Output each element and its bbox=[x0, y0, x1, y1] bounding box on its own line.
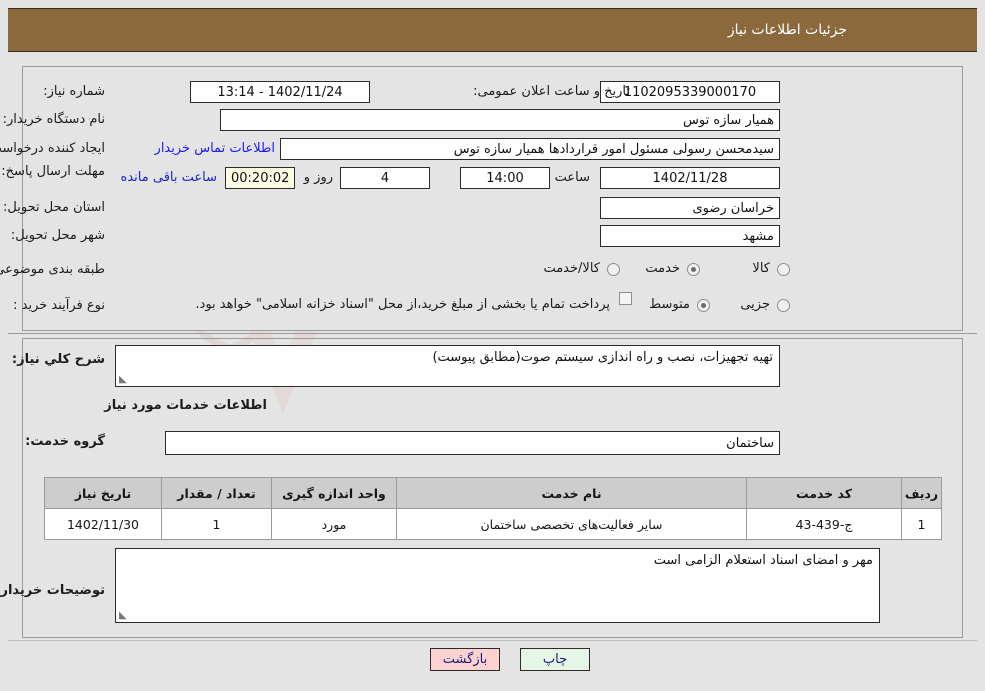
province-value: خراسان رضوی bbox=[600, 197, 780, 219]
col-header-row: ردیف bbox=[901, 477, 942, 509]
purchase-type-label: نوع فرآیند خرید : bbox=[13, 298, 105, 313]
classification-radio-kala-khedmat[interactable] bbox=[607, 263, 620, 276]
deadline-remaining-label: ساعت باقی مانده bbox=[120, 170, 217, 185]
service-group-label: گروه خدمت: bbox=[25, 434, 105, 449]
tender-details-page: ArtaTender.net جزئیات اطلاعات نیاز شماره… bbox=[0, 0, 985, 691]
deadline-label-text: مهلت ارسال پاسخ: تا تاریخ: bbox=[0, 164, 105, 179]
purchase-type-option-jozei-label: جزیی bbox=[740, 297, 770, 312]
cell-need-date: 1402/11/30 bbox=[44, 508, 162, 540]
purchase-type-radio-jozei[interactable] bbox=[777, 299, 790, 312]
province-label: استان محل تحویل: bbox=[3, 200, 105, 215]
page-title: جزئیات اطلاعات نیاز bbox=[727, 22, 847, 38]
deadline-hour-label: ساعت bbox=[554, 170, 590, 185]
treasury-bonds-text: پرداخت تمام یا بخشی از مبلغ خرید،از محل … bbox=[195, 297, 610, 312]
cell-unit: مورد bbox=[271, 508, 397, 540]
city-value: مشهد bbox=[600, 225, 780, 247]
buyer-contact-link[interactable]: اطلاعات تماس خریدار bbox=[155, 141, 275, 156]
col-header-service-name: نام خدمت bbox=[396, 477, 747, 509]
buyer-notes-text: مهر و امضای اسناد استعلام الزامی است bbox=[653, 553, 873, 568]
buyer-org-label: نام دستگاه خریدار: bbox=[2, 112, 105, 127]
deadline-remaining-value: 00:20:02 bbox=[225, 167, 295, 189]
back-button[interactable]: بازگشت bbox=[430, 648, 500, 671]
deadline-days-value: 4 bbox=[340, 167, 430, 189]
classification-radio-khedmat[interactable] bbox=[687, 263, 700, 276]
col-header-unit: واحد اندازه گیری bbox=[271, 477, 397, 509]
service-group-value: ساختمان bbox=[165, 431, 780, 455]
print-button[interactable]: چاپ bbox=[520, 648, 590, 671]
buyer-notes-value[interactable]: مهر و امضای اسناد استعلام الزامی است ◢ bbox=[115, 548, 880, 623]
classification-radio-kala[interactable] bbox=[777, 263, 790, 276]
purchase-type-radio-motevaset[interactable] bbox=[697, 299, 710, 312]
cell-row-number: 1 bbox=[901, 508, 942, 540]
classification-option-kala-khedmat-label: کالا/خدمت bbox=[543, 261, 600, 276]
general-desc-text: تهیه تجهیزات، نصب و راه اندازی سیستم صوت… bbox=[432, 350, 773, 365]
buyer-notes-label: توضیحات خریدار: bbox=[0, 583, 105, 598]
classification-option-kala-label: کالا bbox=[752, 261, 770, 276]
city-label: شهر محل تحویل: bbox=[10, 228, 105, 243]
need-info-panel bbox=[22, 66, 963, 331]
page-title-bar: جزئیات اطلاعات نیاز bbox=[8, 8, 977, 52]
requester-label: ایجاد کننده درخواست: bbox=[0, 141, 105, 156]
footer-divider bbox=[8, 640, 977, 641]
deadline-label: مهلت ارسال پاسخ: تا تاریخ: bbox=[0, 163, 105, 180]
services-table: ردیف کد خدمت نام خدمت واحد اندازه گیری ت… bbox=[44, 477, 942, 540]
col-header-need-date: تاریخ نیاز bbox=[44, 477, 162, 509]
buyer-org-value: همیار سازه توس bbox=[220, 109, 780, 131]
section-divider bbox=[8, 333, 977, 334]
table-row: 1 ج-439-43 سایر فعالیت‌های تخصصی ساختمان… bbox=[44, 508, 942, 540]
classification-label: طبقه بندی موضوعی: bbox=[0, 262, 105, 277]
cell-service-name: سایر فعالیت‌های تخصصی ساختمان bbox=[396, 508, 747, 540]
deadline-hour-value: 14:00 bbox=[460, 167, 550, 189]
public-announce-label: تاریخ و ساعت اعلان عمومی: bbox=[473, 84, 630, 99]
deadline-days-label: روز و bbox=[303, 170, 333, 185]
col-header-service-code: کد خدمت bbox=[746, 477, 902, 509]
general-desc-label: شرح کلي نیاز: bbox=[11, 352, 105, 367]
public-announce-value: 13:14 - 1402/11/24 bbox=[190, 81, 370, 103]
col-header-quantity: تعداد / مقدار bbox=[161, 477, 272, 509]
general-desc-value[interactable]: تهیه تجهیزات، نصب و راه اندازی سیستم صوت… bbox=[115, 345, 780, 387]
table-header-row: ردیف کد خدمت نام خدمت واحد اندازه گیری ت… bbox=[44, 477, 942, 509]
deadline-date-value: 1402/11/28 bbox=[600, 167, 780, 189]
requester-value: سیدمحسن رسولی مسئول امور قراردادها همیار… bbox=[280, 138, 780, 160]
cell-quantity: 1 bbox=[161, 508, 272, 540]
services-section-title: اطلاعات خدمات مورد نیاز bbox=[104, 398, 267, 413]
treasury-bonds-checkbox[interactable] bbox=[619, 292, 632, 305]
need-number-label: شماره نیاز: bbox=[43, 84, 105, 99]
cell-service-code: ج-439-43 bbox=[746, 508, 902, 540]
resize-grip-icon[interactable]: ◢ bbox=[119, 374, 129, 385]
resize-grip-icon[interactable]: ◢ bbox=[119, 610, 129, 621]
classification-option-khedmat-label: خدمت bbox=[645, 261, 680, 276]
purchase-type-option-motevaset-label: متوسط bbox=[649, 297, 690, 312]
